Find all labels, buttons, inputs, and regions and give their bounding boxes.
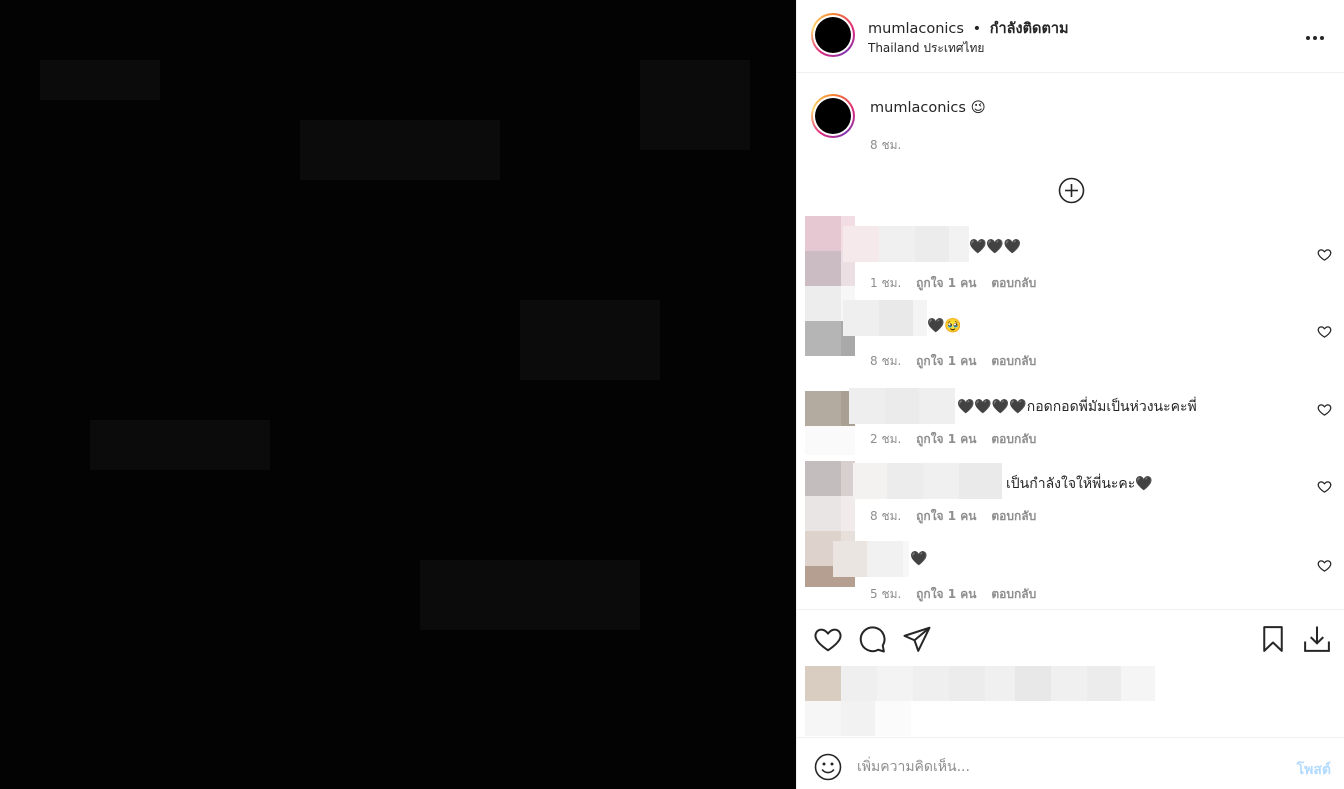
author-username[interactable]: mumlaconics [868, 21, 964, 37]
comment-text: 🖤 [910, 551, 928, 567]
comment-item: 🖤 5 ชม. ถูกใจ 1 คน ตอบกลับ [797, 531, 1344, 607]
comment-input[interactable] [857, 752, 1277, 782]
comment-item: 🖤🖤🖤 1 ชม. ถูกใจ 1 คน ตอบกลับ [797, 216, 1344, 294]
post-media[interactable] [0, 0, 796, 789]
commenter-avatar[interactable] [805, 461, 855, 533]
follow-status-button[interactable]: กำลังติดตาม [990, 21, 1069, 37]
commenter-username-blurred[interactable] [853, 463, 1002, 499]
comment-item: 🖤🥹 8 ชม. ถูกใจ 1 คน ตอบกลับ [797, 286, 1344, 368]
emoji-icon[interactable] [814, 753, 842, 781]
comment-likes[interactable]: ถูกใจ 1 คน [916, 509, 976, 523]
commenter-username-blurred[interactable] [843, 300, 927, 336]
separator-dot: • [972, 21, 982, 37]
comment-text: 🖤🖤🖤🖤กอดกอดพี่มัมเป็นห่วงนะคะพี่ [957, 399, 1197, 415]
reply-button[interactable]: ตอบกลับ [991, 354, 1036, 368]
comment-meta: 8 ชม. ถูกใจ 1 คน ตอบกลับ [870, 352, 1047, 371]
comment-time[interactable]: 8 ชม. [870, 354, 901, 368]
comment-icon[interactable] [857, 624, 887, 654]
bookmark-icon[interactable] [1258, 624, 1288, 654]
comment-time[interactable]: 8 ชม. [870, 509, 901, 523]
comment-meta: 8 ชม. ถูกใจ 1 คน ตอบกลับ [870, 507, 1047, 526]
share-icon[interactable] [902, 624, 932, 654]
comment-item: 🖤🖤🖤🖤กอดกอดพี่มัมเป็นห่วงนะคะพี่ 2 ชม. ถู… [797, 388, 1344, 455]
comment-time[interactable]: 5 ชม. [870, 587, 901, 601]
add-comment-bar: โพสต์ [797, 737, 1344, 789]
header-user-line: mumlaconics • กำลังติดตาม [868, 17, 1069, 40]
liked-by-blurred[interactable] [805, 666, 1155, 736]
comment-time[interactable]: 2 ชม. [870, 432, 901, 446]
comment-text: 🖤🖤🖤 [969, 239, 1022, 255]
comment-item: เป็นกำลังใจให้พี่นะคะ🖤 8 ชม. ถูกใจ 1 คน … [797, 461, 1344, 531]
comment-meta: 2 ชม. ถูกใจ 1 คน ตอบกลับ [870, 430, 1047, 449]
caption-username[interactable]: mumlaconics [870, 100, 966, 116]
reply-button[interactable]: ตอบกลับ [991, 432, 1036, 446]
comment-text: 🖤🥹 [927, 318, 962, 334]
commenter-username-blurred[interactable] [849, 388, 955, 424]
heart-icon[interactable] [1317, 402, 1332, 417]
caption-timestamp[interactable]: 8 ชม. [870, 136, 901, 155]
caption-text: 😉 [970, 100, 986, 116]
post-button[interactable]: โพสต์ [1297, 759, 1331, 781]
comment-meta: 5 ชม. ถูกใจ 1 คน ตอบกลับ [870, 585, 1047, 604]
heart-icon[interactable] [1317, 479, 1332, 494]
comment-likes[interactable]: ถูกใจ 1 คน [916, 587, 976, 601]
comment-likes[interactable]: ถูกใจ 1 คน [916, 432, 976, 446]
heart-icon[interactable] [1317, 324, 1332, 339]
comment-likes[interactable]: ถูกใจ 1 คน [916, 354, 976, 368]
add-circle-icon[interactable] [1058, 177, 1085, 204]
reply-button[interactable]: ตอบกลับ [991, 509, 1036, 523]
more-options-icon[interactable] [1305, 22, 1325, 46]
post-location[interactable]: Thailand ประเทศไทย [868, 39, 984, 58]
caption: mumlaconics 😉 [870, 100, 986, 116]
commenter-avatar[interactable] [805, 391, 855, 455]
caption-avatar[interactable] [811, 94, 855, 138]
download-icon[interactable] [1302, 624, 1332, 654]
post-details-panel: mumlaconics • กำลังติดตาม Thailand ประเท… [796, 0, 1344, 789]
heart-icon[interactable] [813, 624, 843, 654]
heart-icon[interactable] [1317, 247, 1332, 262]
commenter-username-blurred[interactable] [833, 541, 909, 577]
comment-text: เป็นกำลังใจให้พี่นะคะ🖤 [1006, 476, 1153, 492]
author-avatar[interactable] [811, 13, 855, 57]
reply-button[interactable]: ตอบกลับ [991, 587, 1036, 601]
post-actions [797, 609, 1344, 737]
post-header: mumlaconics • กำลังติดตาม Thailand ประเท… [797, 0, 1344, 73]
heart-icon[interactable] [1317, 558, 1332, 573]
commenter-username-blurred[interactable] [843, 226, 969, 262]
